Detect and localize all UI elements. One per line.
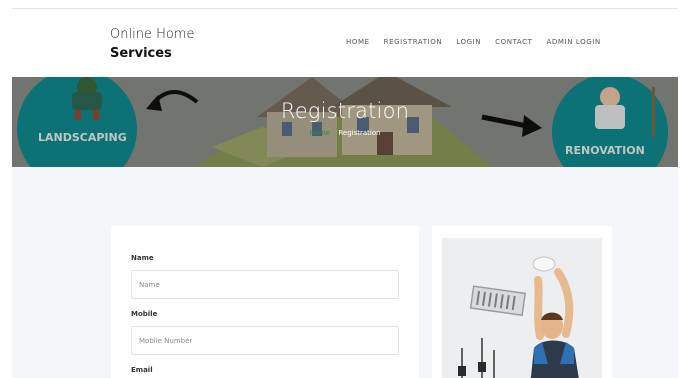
nav-admin-login[interactable]: ADMIN LOGIN — [547, 38, 601, 46]
technician-photo — [442, 238, 602, 378]
mobile-input[interactable] — [131, 326, 399, 355]
name-input[interactable] — [131, 270, 399, 299]
breadcrumb: Home Registration — [12, 129, 678, 137]
page-banner: LANDSCAPING RENOVATION Registration Home… — [12, 77, 678, 167]
registration-form: Name Mobile Email — [111, 226, 419, 378]
side-photo-card — [432, 226, 612, 378]
logo-line-1: Online Home — [110, 27, 195, 42]
nav-login[interactable]: LOGIN — [456, 38, 481, 46]
logo-line-2: Services — [110, 46, 172, 61]
name-label: Name — [131, 254, 154, 262]
main-nav: HOME REGISTRATION LOGIN CONTACT ADMIN LO… — [346, 38, 601, 46]
nav-contact[interactable]: CONTACT — [495, 38, 532, 46]
page-title: Registration — [280, 99, 410, 123]
site-logo[interactable]: Online Home Services — [110, 25, 194, 63]
mobile-label: Mobile — [131, 310, 158, 318]
breadcrumb-home-link[interactable]: Home — [309, 129, 330, 137]
nav-registration[interactable]: REGISTRATION — [384, 38, 443, 46]
email-label: Email — [131, 366, 153, 374]
site-header: Online Home Services HOME REGISTRATION L… — [12, 9, 678, 77]
page-frame: Online Home Services HOME REGISTRATION L… — [12, 8, 678, 378]
nav-home[interactable]: HOME — [346, 38, 370, 46]
breadcrumb-current: Registration — [338, 129, 381, 137]
